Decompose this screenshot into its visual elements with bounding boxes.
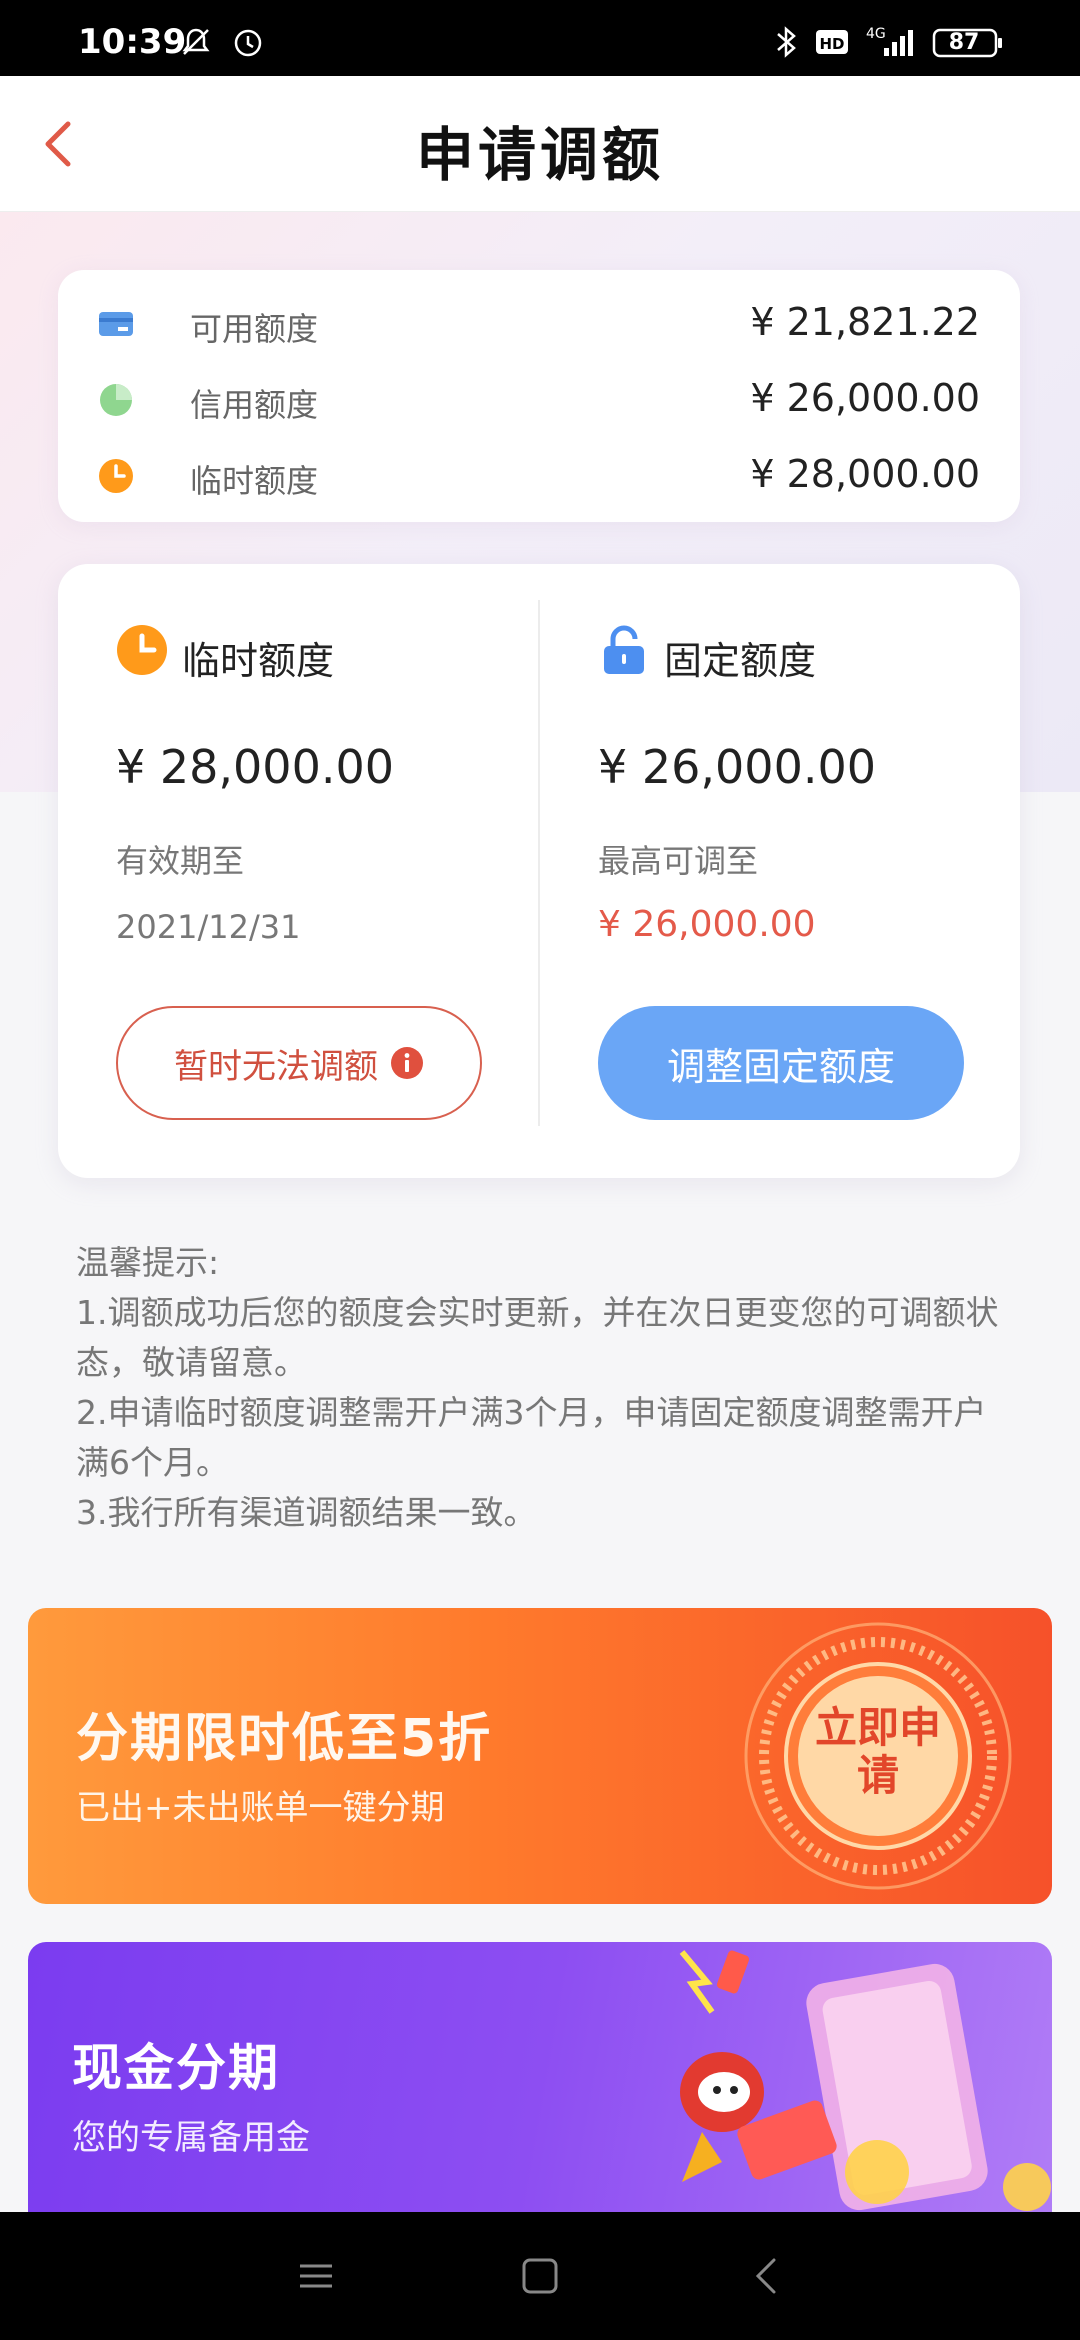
cannot-adjust-label: 暂时无法调额: [174, 1046, 378, 1087]
bell-off-icon: [182, 28, 210, 55]
info-icon[interactable]: [390, 1046, 424, 1080]
menu-icon[interactable]: [292, 2252, 340, 2300]
apply-now-text[interactable]: 立即申请: [808, 1704, 948, 1800]
signal-icon: [884, 30, 913, 56]
nav-bar: 申请调额: [0, 76, 1080, 212]
summary-label: 可用额度: [190, 310, 319, 348]
tip-line: 2.申请临时额度调整需开户满3个月，申请固定额度调整需开户满6个月。: [76, 1393, 987, 1482]
summary-label: 信用额度: [190, 386, 319, 424]
summary-row-credit: 信用额度 ¥ 26,000.00: [98, 370, 980, 430]
summary-value: ¥ 21,821.22: [750, 300, 980, 344]
status-time: 10:39: [78, 22, 187, 62]
cash-installment-banner[interactable]: 现金分期 您的专属备用金: [28, 1942, 1052, 2212]
temporary-limit-heading: 临时额度: [182, 639, 335, 683]
clock-icon: [99, 459, 133, 493]
summary-row-available: 可用额度 ¥ 21,821.22: [98, 294, 980, 354]
svg-text:HD: HD: [819, 35, 844, 53]
installment-banner-title: 分期限时低至5折: [76, 1709, 493, 1769]
summary-row-temporary: 临时额度 ¥ 28,000.00: [98, 446, 980, 506]
column-divider: [538, 600, 540, 1126]
lock-icon: [604, 625, 644, 674]
max-adjust-label: 最高可调至: [598, 842, 759, 880]
hd-icon: HD: [816, 30, 848, 54]
back-icon[interactable]: [744, 2252, 792, 2300]
adjust-fixed-limit-label: 调整固定额度: [666, 1044, 895, 1089]
temporary-limit-amount: ¥ 28,000.00: [116, 740, 394, 794]
installment-banner-subtitle: 已出+未出账单一键分期: [76, 1788, 445, 1828]
fixed-limit-amount: ¥ 26,000.00: [598, 740, 876, 794]
cash-banner-subtitle: 您的专属备用金: [72, 2118, 310, 2158]
pie-icon: [100, 384, 132, 416]
adjust-fixed-limit-button[interactable]: 调整固定额度: [598, 1006, 964, 1120]
alarm-icon: [234, 29, 262, 57]
summary-label: 临时额度: [190, 462, 319, 500]
card-icon: [99, 312, 133, 336]
home-icon[interactable]: [516, 2252, 564, 2300]
status-bar: 10:39 HD 4G 87: [0, 0, 1080, 76]
expiry-label: 有效期至: [116, 842, 245, 880]
tip-line: 3.我行所有渠道调额结果一致。: [76, 1493, 537, 1532]
temporary-limit-column: 临时额度 ¥ 28,000.00 有效期至 2021/12/31 暂时无法调额: [116, 564, 546, 1178]
page-title: 申请调额: [415, 121, 664, 189]
tips-section: 温馨提示: 1.调额成功后您的额度会实时更新，并在次日更变您的可调额状态，敬请留…: [76, 1238, 1016, 1538]
expiry-date: 2021/12/31: [116, 908, 301, 946]
mascot-phone-illustration-icon: [679, 1950, 1051, 2211]
summary-value: ¥ 26,000.00: [750, 376, 980, 420]
tip-line: 1.调额成功后您的额度会实时更新，并在次日更变您的可调额状态，敬请留意。: [76, 1293, 999, 1382]
system-navigation-bar: [0, 2212, 1080, 2340]
adjust-limit-card: 临时额度 ¥ 28,000.00 有效期至 2021/12/31 暂时无法调额 …: [58, 564, 1020, 1178]
fixed-limit-heading: 固定额度: [664, 639, 817, 683]
limit-summary-card: 可用额度 ¥ 21,821.22 信用额度 ¥ 26,000.00 临时额度 ¥…: [58, 270, 1020, 522]
bluetooth-icon: [777, 26, 796, 58]
max-adjust-value: ¥ 26,000.00: [598, 904, 816, 945]
cannot-adjust-button[interactable]: 暂时无法调额: [116, 1006, 482, 1120]
clock-icon: [117, 625, 167, 675]
tips-title: 温馨提示:: [76, 1243, 220, 1282]
summary-value: ¥ 28,000.00: [750, 452, 980, 496]
installment-banner[interactable]: 分期限时低至5折 已出+未出账单一键分期 立即申请: [28, 1608, 1052, 1904]
cash-banner-title: 现金分期: [72, 2039, 280, 2097]
fixed-limit-column: 固定额度 ¥ 26,000.00 最高可调至 ¥ 26,000.00 调整固定额…: [598, 564, 1028, 1178]
battery-level: 87: [948, 30, 980, 55]
